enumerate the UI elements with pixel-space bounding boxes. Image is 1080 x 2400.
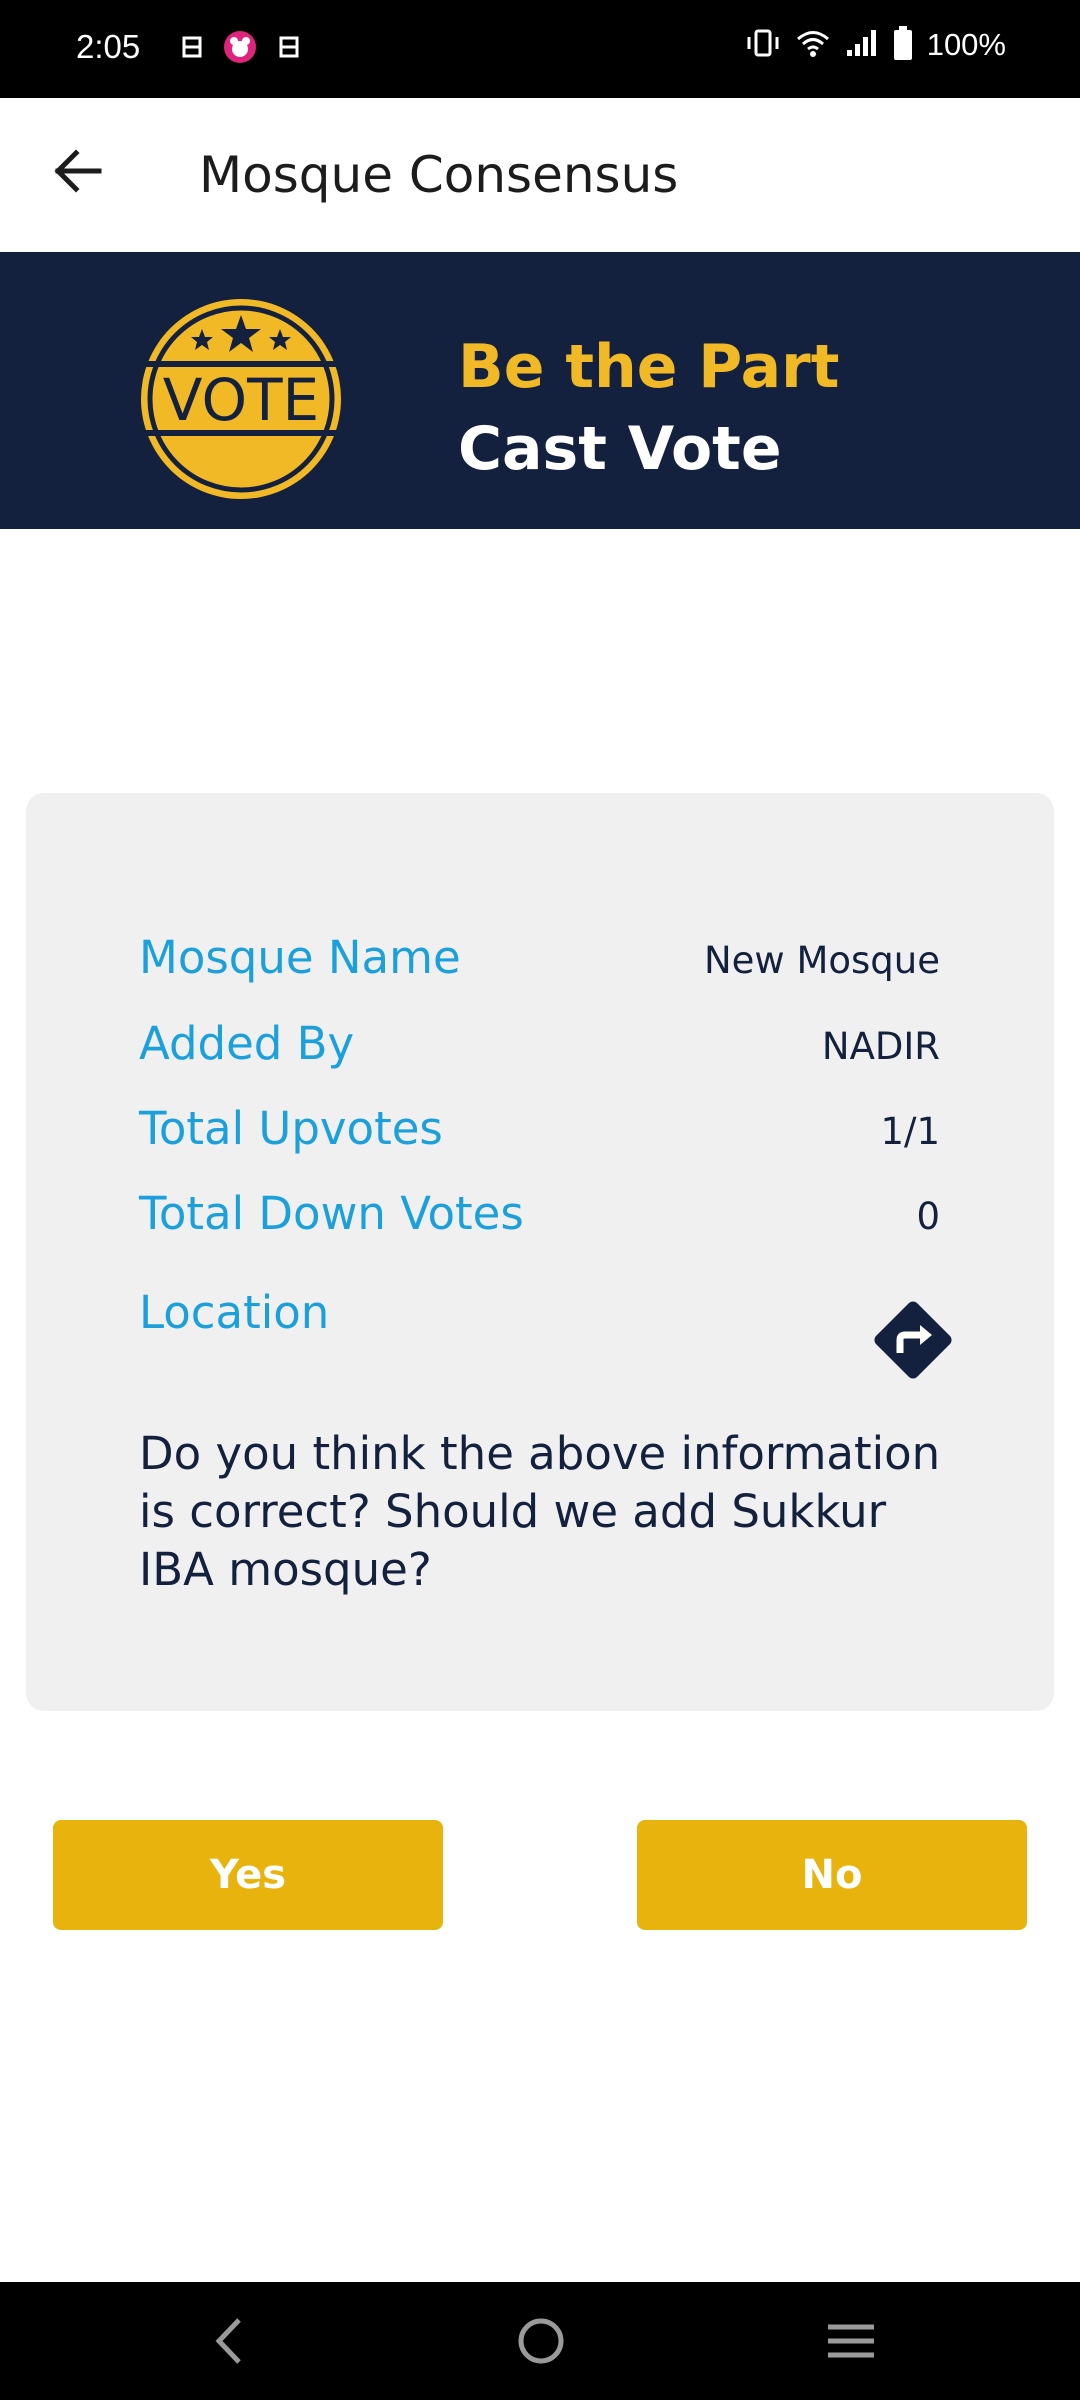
added-by-label: Added By [139,1017,355,1070]
location-label: Location [139,1286,330,1339]
wifi-icon [795,28,831,62]
directions-icon [874,1301,952,1379]
notification-icon [175,30,209,64]
vote-banner: VOTE Be the Part Cast Vote [0,252,1080,529]
banner-heading: Cast Vote [458,414,782,484]
page-title: Mosque Consensus [199,146,679,204]
nav-back-button[interactable] [196,2308,262,2374]
total-upvotes-value: 1/1 [880,1110,940,1153]
added-by-value: NADIR [821,1025,940,1068]
app-bar: Mosque Consensus [0,98,1080,252]
home-circle-icon [518,2318,564,2364]
panda-app-icon [223,30,257,64]
yes-button[interactable]: Yes [53,1820,443,1930]
banner-tagline: Be the Part [458,332,840,402]
menu-icon [828,2324,874,2358]
back-button[interactable] [44,138,110,204]
nav-home-button[interactable] [508,2308,574,2374]
chevron-left-icon [215,2318,241,2364]
status-bar: 2:05 100% [0,0,1080,98]
total-down-votes-value: 0 [916,1195,940,1238]
location-directions-button[interactable] [866,1293,960,1387]
mosque-name-value: New Mosque [703,939,940,982]
battery-icon [893,26,913,64]
arrow-left-icon [54,149,102,193]
mosque-name-label: Mosque Name [139,931,461,984]
total-down-votes-label: Total Down Votes [139,1187,524,1240]
vote-logo-text: VOTE [163,366,319,434]
battery-percent: 100% [926,27,1006,62]
status-indicators: 100% [745,26,1006,64]
nav-recents-button[interactable] [818,2308,884,2374]
status-time: 2:05 [76,28,141,65]
total-upvotes-label: Total Upvotes [139,1102,443,1155]
notification-icon [272,30,306,64]
confirmation-question: Do you think the above information is co… [139,1427,941,1596]
mosque-info-card: Mosque Name New Mosque Added By NADIR To… [26,793,1054,1711]
vibrate-icon [745,28,781,62]
system-nav-bar [0,2282,1080,2400]
vote-logo: VOTE [141,299,341,499]
no-button[interactable]: No [637,1820,1027,1930]
signal-icon [845,28,879,62]
